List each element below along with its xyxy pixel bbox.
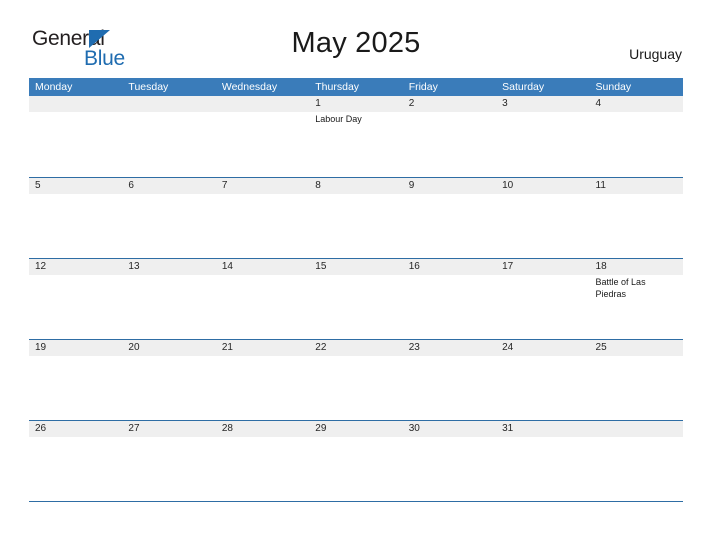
- day-events: Labour Day: [309, 112, 402, 126]
- day-number: 7: [221, 180, 228, 191]
- day-cell-empty: [216, 96, 309, 177]
- page-header: General Blue May 2025 Uruguay: [0, 0, 712, 78]
- day-cell-6[interactable]: 6: [122, 178, 215, 258]
- page-title: May 2025: [291, 27, 421, 59]
- day-cell-1[interactable]: 1 Labour Day: [309, 96, 402, 177]
- week-cells: 1 Labour Day 2 3 4: [29, 96, 683, 177]
- day-cell-27[interactable]: 27: [122, 421, 215, 501]
- day-number: [29, 96, 122, 112]
- holiday-event: Labour Day: [315, 114, 362, 124]
- day-number: [122, 96, 215, 112]
- day-number: 1: [315, 98, 321, 109]
- day-number: 19: [35, 342, 47, 353]
- day-cell-26[interactable]: 26: [29, 421, 122, 501]
- day-number: 20: [128, 342, 140, 353]
- week-cells: 26 27 28 29 30 31: [29, 421, 683, 501]
- day-cell-2[interactable]: 2: [403, 96, 496, 177]
- day-cell-15[interactable]: 15: [309, 259, 402, 339]
- day-number: 8: [315, 180, 321, 191]
- day-cell-7[interactable]: 7: [216, 178, 309, 258]
- day-cell-25[interactable]: 25: [590, 340, 683, 420]
- holiday-event: Battle of Las Piedras: [595, 277, 646, 299]
- weekday-header-wednesday: Wednesday: [221, 81, 278, 93]
- day-cell-9[interactable]: 9: [403, 178, 496, 258]
- day-number: 31: [502, 423, 514, 434]
- weekday-header-friday: Friday: [408, 81, 438, 93]
- week-cells: 5 6 7 8 9 10 11: [29, 178, 683, 258]
- day-number: 25: [595, 342, 607, 353]
- weekday-header-sunday: Sunday: [595, 81, 632, 93]
- day-cell-empty: [122, 96, 215, 177]
- day-cell-18[interactable]: 18 Battle of Las Piedras: [590, 259, 683, 339]
- calendar-week-row: 5 6 7 8 9 10 11: [29, 177, 683, 258]
- day-number: 12: [35, 261, 47, 272]
- day-number: 11: [595, 180, 606, 191]
- day-cell-12[interactable]: 12: [29, 259, 122, 339]
- day-number: 27: [128, 423, 140, 434]
- weekday-header-thursday: Thursday: [315, 81, 360, 93]
- day-cell-31[interactable]: 31: [496, 421, 589, 501]
- day-number: 29: [315, 423, 327, 434]
- weekday-header-saturday: Saturday: [502, 81, 545, 93]
- day-number: 5: [35, 180, 41, 191]
- day-number: 4: [595, 98, 602, 109]
- day-cell-20[interactable]: 20: [122, 340, 215, 420]
- calendar-week-row: 1 Labour Day 2 3 4: [29, 96, 683, 177]
- day-number: 9: [408, 180, 415, 191]
- day-cell-23[interactable]: 23: [403, 340, 496, 420]
- day-number: 10: [502, 180, 514, 191]
- day-cell-empty: [590, 421, 683, 501]
- day-number: 24: [502, 342, 514, 353]
- day-cell-28[interactable]: 28: [216, 421, 309, 501]
- calendar-week-row: 12 13 14 15 16 17 18 Battle of Las Piedras: [29, 258, 683, 339]
- country-label: Uruguay: [629, 46, 682, 62]
- day-cell-21[interactable]: 21: [216, 340, 309, 420]
- day-cell-14[interactable]: 14: [216, 259, 309, 339]
- calendar-week-row: 19 20 21 22 23 24 25: [29, 339, 683, 420]
- weekday-header-row: Monday Tuesday Wednesday Thursday Friday Satu…: [29, 78, 683, 96]
- day-number: 23: [408, 342, 420, 353]
- day-cell-3[interactable]: 3: [496, 96, 589, 177]
- day-number: 21: [221, 342, 233, 353]
- day-cell-29[interactable]: 29: [309, 421, 402, 501]
- day-number: 18: [595, 261, 607, 272]
- day-events: Battle of Las Piedras: [590, 275, 683, 300]
- day-cell-24[interactable]: 24: [496, 340, 589, 420]
- day-number: 26: [35, 423, 47, 434]
- day-cell-empty: [29, 96, 122, 177]
- day-cell-4[interactable]: 4: [590, 96, 683, 177]
- day-cell-5[interactable]: 5: [29, 178, 122, 258]
- day-cell-17[interactable]: 17: [496, 259, 589, 339]
- day-number: 2: [408, 98, 415, 109]
- calendar-page: General Blue May 2025 Uruguay Monday Tues…: [0, 0, 712, 550]
- day-cell-13[interactable]: 13: [122, 259, 215, 339]
- week-cells: 12 13 14 15 16 17 18 Battle of Las Piedras: [29, 259, 683, 339]
- day-number: 6: [128, 180, 134, 191]
- day-number: 30: [408, 423, 420, 434]
- day-cell-30[interactable]: 30: [403, 421, 496, 501]
- day-number: 22: [315, 342, 327, 353]
- day-number: 3: [502, 98, 508, 109]
- day-cell-8[interactable]: 8: [309, 178, 402, 258]
- calendar-bottom-rule: [29, 501, 683, 502]
- day-cell-11[interactable]: 11: [590, 178, 683, 258]
- weekday-header-tuesday: Tuesday: [128, 81, 169, 93]
- day-cell-19[interactable]: 19: [29, 340, 122, 420]
- week-cells: 19 20 21 22 23 24 25: [29, 340, 683, 420]
- day-cell-16[interactable]: 16: [403, 259, 496, 339]
- day-cell-10[interactable]: 10: [496, 178, 589, 258]
- day-number: 13: [128, 261, 140, 272]
- day-number: [216, 96, 309, 112]
- day-cell-22[interactable]: 22: [309, 340, 402, 420]
- calendar-weeks: 1 Labour Day 2 3 4 5 6 7 8 9 10 11 12 13 14 15 16 17 18 Bat…: [29, 96, 683, 501]
- day-number: 17: [502, 261, 514, 272]
- day-number: [590, 421, 683, 437]
- day-number: 15: [315, 261, 327, 272]
- calendar-grid: Monday Tuesday Wednesday Thursday Friday Satu…: [29, 78, 683, 502]
- day-number: 28: [221, 423, 233, 434]
- calendar-week-row: 26 27 28 29 30 31: [29, 420, 683, 501]
- day-number: 14: [221, 261, 233, 272]
- weekday-header-monday: Monday: [35, 81, 73, 93]
- day-number: 16: [408, 261, 420, 272]
